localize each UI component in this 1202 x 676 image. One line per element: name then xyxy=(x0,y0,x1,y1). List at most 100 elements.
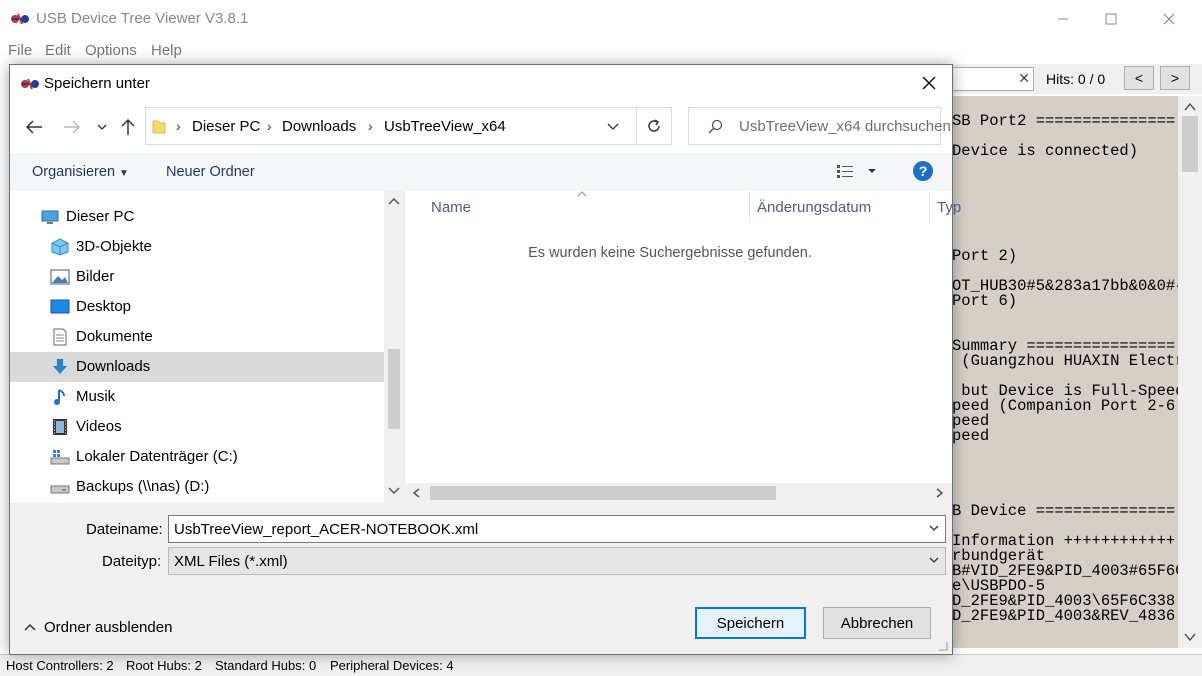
tree-item-bilder[interactable]: Bilder xyxy=(10,262,384,292)
save-as-dialog: Speichern unter › Dieser PC › Downloads … xyxy=(9,64,961,655)
tree-item-label: Bilder xyxy=(76,268,115,285)
status-host-controllers: Host Controllers: 2 xyxy=(6,658,114,673)
main-close-button[interactable] xyxy=(1146,0,1192,38)
search-input[interactable]: UsbTreeView_x64 durchsuchen xyxy=(688,107,951,145)
tree-item-label: Videos xyxy=(76,418,122,435)
tree-item-label: Lokaler Datenträger (C:) xyxy=(76,448,238,465)
tree-item-label: Downloads xyxy=(76,358,151,375)
menu-edit[interactable]: Edit xyxy=(45,42,71,59)
breadcrumb-downloads[interactable]: Downloads xyxy=(282,118,356,135)
back-button[interactable] xyxy=(22,115,46,139)
column-header-type[interactable]: Typ xyxy=(937,199,961,216)
column-divider[interactable] xyxy=(929,191,930,223)
text-line: SB Port2 =============== xyxy=(952,112,1176,130)
tree-item-label: Desktop xyxy=(76,298,132,315)
hits-search-input[interactable]: ✕ xyxy=(952,67,1034,91)
svg-text:?: ? xyxy=(919,163,928,179)
text-pane-scrollbar[interactable] xyxy=(1178,96,1202,648)
organize-menu[interactable]: Organisieren ▼ xyxy=(32,164,129,180)
view-options-button[interactable] xyxy=(836,163,880,179)
column-divider[interactable] xyxy=(749,191,750,223)
address-bar[interactable]: › Dieser PC › Downloads › UsbTreeView_x6… xyxy=(145,107,637,145)
tree-item-dokumente[interactable]: Dokumente xyxy=(10,322,384,352)
text-line: (Guangzhou HUAXIN Electr xyxy=(952,352,1178,370)
text-line: D_2FE9&PID_4003&REV_4836 xyxy=(952,607,1176,625)
filetype-value: XML Files (*.xml) xyxy=(174,553,288,570)
network-drive-icon xyxy=(50,485,70,494)
sort-ascending-icon xyxy=(577,191,587,197)
refresh-button[interactable] xyxy=(637,107,672,145)
resize-grip-icon[interactable] xyxy=(938,641,948,651)
cancel-button[interactable]: Abbrechen xyxy=(823,607,931,639)
breadcrumb-separator-icon: › xyxy=(176,118,181,134)
tree-item-videos[interactable]: Videos xyxy=(10,412,384,442)
maximize-button[interactable] xyxy=(1088,0,1134,38)
prev-hit-button[interactable]: < xyxy=(1124,66,1154,90)
desktop-icon xyxy=(50,299,70,314)
up-button[interactable] xyxy=(116,115,140,139)
tree-item-downloads[interactable]: Downloads xyxy=(10,352,384,382)
text-line: peed xyxy=(952,427,990,445)
breadcrumb-dieser-pc[interactable]: Dieser PC xyxy=(192,118,260,135)
tree-scrollbar[interactable] xyxy=(384,191,404,503)
dialog-close-button[interactable] xyxy=(906,65,952,101)
file-list-horizontal-scrollbar[interactable] xyxy=(404,483,952,503)
text-pane-scroll-thumb[interactable] xyxy=(1182,116,1198,172)
caret-down-icon: ▼ xyxy=(119,168,129,179)
file-list: Name Änderungsdatum Typ Es wurden keine … xyxy=(404,191,961,503)
navigation-row: › Dieser PC › Downloads › UsbTreeView_x6… xyxy=(10,101,952,153)
recent-locations-button[interactable] xyxy=(94,117,110,137)
column-header-name[interactable]: Name xyxy=(431,199,471,216)
chevron-up-icon xyxy=(24,623,36,631)
column-header-modified[interactable]: Änderungsdatum xyxy=(757,199,871,216)
tree-item-label: Musik xyxy=(76,388,116,405)
minimize-button[interactable] xyxy=(1040,0,1086,38)
scroll-down-icon[interactable] xyxy=(1184,632,1196,642)
save-button[interactable]: Speichern xyxy=(695,607,806,639)
breadcrumb-usbtreeview[interactable]: UsbTreeView_x64 xyxy=(384,118,506,135)
usb-app-icon xyxy=(20,75,40,93)
arrow-up-icon xyxy=(121,118,135,135)
tree-item-desktop[interactable]: Desktop xyxy=(10,292,384,322)
tree-item-backups-d[interactable]: Backups (\\nas) (D:) xyxy=(10,472,384,502)
menu-options[interactable]: Options xyxy=(85,42,137,59)
downloads-icon xyxy=(53,359,67,374)
new-folder-button[interactable]: Neuer Ordner xyxy=(166,164,255,180)
help-button[interactable]: ? xyxy=(913,161,933,181)
hits-counter: Hits: 0 / 0 xyxy=(1046,71,1106,87)
arrow-left-icon xyxy=(25,120,42,134)
dialog-toolbar: Organisieren ▼ Neuer Ordner ? xyxy=(10,153,952,191)
menu-help[interactable]: Help xyxy=(151,42,182,59)
filetype-label: Dateityp: xyxy=(102,553,162,570)
breadcrumb-separator-icon: › xyxy=(368,118,373,134)
device-info-text-pane[interactable]: SB Port2 =============== Device is conne… xyxy=(952,96,1178,648)
next-hit-button[interactable]: > xyxy=(1160,66,1190,90)
horizontal-scroll-thumb[interactable] xyxy=(430,486,776,500)
scroll-left-icon[interactable] xyxy=(412,488,420,498)
maximize-icon xyxy=(1105,13,1117,25)
scroll-right-icon[interactable] xyxy=(936,488,944,498)
tree-scroll-thumb[interactable] xyxy=(388,349,400,429)
tree-item-local-disk-c[interactable]: Lokaler Datenträger (C:) xyxy=(10,442,384,472)
navigation-tree: Dieser PC 3D-Objekte Bilder Desktop Doku… xyxy=(10,191,384,503)
tree-item-3d-objekte[interactable]: 3D-Objekte xyxy=(10,232,384,262)
forward-button[interactable] xyxy=(60,115,84,139)
scroll-up-icon[interactable] xyxy=(1184,102,1196,112)
filetype-select[interactable]: XML Files (*.xml) xyxy=(168,547,946,575)
chevron-down-icon[interactable] xyxy=(928,522,940,534)
refresh-icon xyxy=(648,119,660,132)
main-status-bar: Host Controllers: 2 Root Hubs: 2 Standar… xyxy=(0,654,1202,676)
scroll-down-icon[interactable] xyxy=(388,487,400,495)
filename-field[interactable]: UsbTreeView_report_ACER-NOTEBOOK.xml xyxy=(168,515,946,543)
search-icon xyxy=(708,119,723,134)
tree-item-label: 3D-Objekte xyxy=(76,238,152,255)
help-icon: ? xyxy=(913,161,933,181)
menu-file[interactable]: File xyxy=(8,42,32,59)
tree-item-dieser-pc[interactable]: Dieser PC xyxy=(10,202,384,232)
usb-app-icon xyxy=(10,10,30,28)
arrow-right-icon xyxy=(64,120,81,134)
tree-item-musik[interactable]: Musik xyxy=(10,382,384,412)
scroll-up-icon[interactable] xyxy=(388,197,400,205)
chevron-down-icon[interactable] xyxy=(607,123,619,131)
clear-search-icon[interactable]: ✕ xyxy=(1018,70,1030,87)
